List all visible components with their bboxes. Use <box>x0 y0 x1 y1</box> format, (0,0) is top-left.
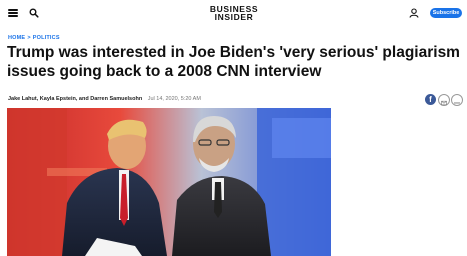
article-authors[interactable]: Jake Lahut, Kayla Epstein, and Darren Sa… <box>8 96 142 102</box>
breadcrumb-politics[interactable]: POLITICS <box>33 35 60 41</box>
email-share-icon[interactable] <box>438 94 450 106</box>
article-byline: Jake Lahut, Kayla Epstein, and Darren Sa… <box>8 96 201 102</box>
article-date: Jul 14, 2020, 5:20 AM <box>147 96 201 102</box>
article-headline: Trump was interested in Joe Biden's 'ver… <box>7 44 460 80</box>
breadcrumb-separator: > <box>27 35 31 41</box>
breadcrumb: HOME > POLITICS <box>8 35 60 41</box>
article-hero-image <box>7 108 331 256</box>
breadcrumb-home[interactable]: HOME <box>8 35 25 41</box>
more-share-icon[interactable] <box>451 94 463 106</box>
user-icon[interactable] <box>409 8 419 18</box>
top-navigation-bar: BUSINESS INSIDER Subscribe <box>0 0 467 26</box>
search-icon[interactable] <box>29 8 39 18</box>
facebook-share-icon[interactable]: f <box>425 94 436 105</box>
logo-line-2: INSIDER <box>214 12 254 22</box>
subscribe-button[interactable]: Subscribe <box>430 8 462 18</box>
business-insider-logo[interactable]: BUSINESS INSIDER <box>204 5 264 22</box>
hamburger-menu-icon[interactable] <box>8 9 18 17</box>
